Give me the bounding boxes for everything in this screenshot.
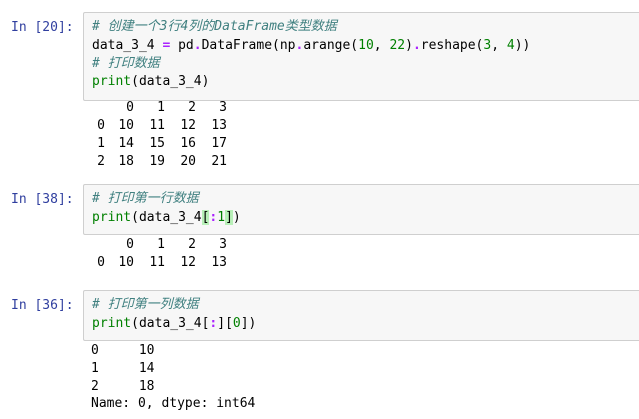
table-cell: 10 [118, 255, 134, 270]
index-header [91, 99, 105, 117]
column-header: 0 [126, 100, 134, 115]
table-cell: 14 [118, 136, 134, 151]
series-row: 1 14 [91, 361, 155, 376]
code-cell-3[interactable]: In [36]: # 打印第一列数据 print(data_3_4[:][0])… [0, 285, 639, 419]
code-cell-2[interactable]: In [38]: # 打印第一行数据 print(data_3_4[:1]) 0… [0, 175, 639, 285]
code-input[interactable]: # 创建一个3行4列的DataFrame类型数据 data_3_4 = pd.D… [83, 12, 639, 101]
column-header: 2 [188, 237, 196, 252]
table-cell: 15 [149, 136, 165, 151]
column-header: 3 [219, 237, 227, 252]
table-cell: 17 [211, 136, 227, 151]
column-header: 3 [219, 100, 227, 115]
row-index: 0 [97, 118, 105, 133]
table-cell: 13 [211, 118, 227, 133]
table-cell: 16 [180, 136, 196, 151]
table-cell: 10 [118, 118, 134, 133]
column-header: 2 [188, 100, 196, 115]
code-input[interactable]: # 打印第一列数据 print(data_3_4[:][0]) [83, 290, 639, 341]
series-row: 0 10 [91, 343, 155, 358]
table-cell: 21 [211, 154, 227, 169]
table-cell: 18 [118, 154, 134, 169]
table-cell: 20 [180, 154, 196, 169]
column-header: 0 [126, 237, 134, 252]
input-prompt: In [38]: [11, 192, 74, 207]
table-row: 0 10 11 12 13 [91, 117, 227, 135]
code-line-print: print(data_3_4[:1]) [92, 210, 241, 225]
table-cell: 12 [180, 255, 196, 270]
table-cell: 13 [211, 255, 227, 270]
dataframe-output: 0 1 2 3 0 10 11 12 13 1 14 15 16 17 2 18… [91, 99, 227, 171]
code-line-print: print(data_3_4) [92, 74, 210, 89]
row-index: 0 [97, 255, 105, 270]
table-header-row: 0 1 2 3 [91, 99, 227, 117]
row-index: 2 [97, 154, 105, 169]
dataframe-output: 0 1 2 3 0 10 11 12 13 [91, 236, 227, 272]
table-cell: 19 [149, 154, 165, 169]
series-footer: Name: 0, dtype: int64 [91, 396, 256, 411]
index-header [91, 236, 105, 254]
table-row: 2 18 19 20 21 [91, 153, 227, 171]
column-header: 1 [157, 237, 165, 252]
table-row: 0 10 11 12 13 [91, 254, 227, 272]
series-row: 2 18 [91, 379, 155, 394]
code-comment: # 打印数据 [92, 56, 160, 71]
column-header: 1 [157, 100, 165, 115]
input-prompt: In [20]: [11, 20, 74, 35]
code-comment: # 创建一个3行4列的DataFrame类型数据 [92, 19, 337, 34]
row-index: 1 [97, 136, 105, 151]
code-cell-1[interactable]: In [20]: # 创建一个3行4列的DataFrame类型数据 data_3… [0, 0, 639, 175]
code-input[interactable]: # 打印第一行数据 print(data_3_4[:1]) [83, 184, 639, 235]
table-cell: 11 [149, 118, 165, 133]
code-line-print: print(data_3_4[:][0]) [92, 316, 257, 331]
input-prompt: In [36]: [11, 298, 74, 313]
table-cell: 11 [149, 255, 165, 270]
code-comment: # 打印第一行数据 [92, 191, 199, 206]
code-comment: # 打印第一列数据 [92, 297, 199, 312]
table-header-row: 0 1 2 3 [91, 236, 227, 254]
table-row: 1 14 15 16 17 [91, 135, 227, 153]
table-cell: 12 [180, 118, 196, 133]
code-line-dataframe: data_3_4 = pd.DataFrame(np.arange(10, 22… [92, 38, 531, 53]
